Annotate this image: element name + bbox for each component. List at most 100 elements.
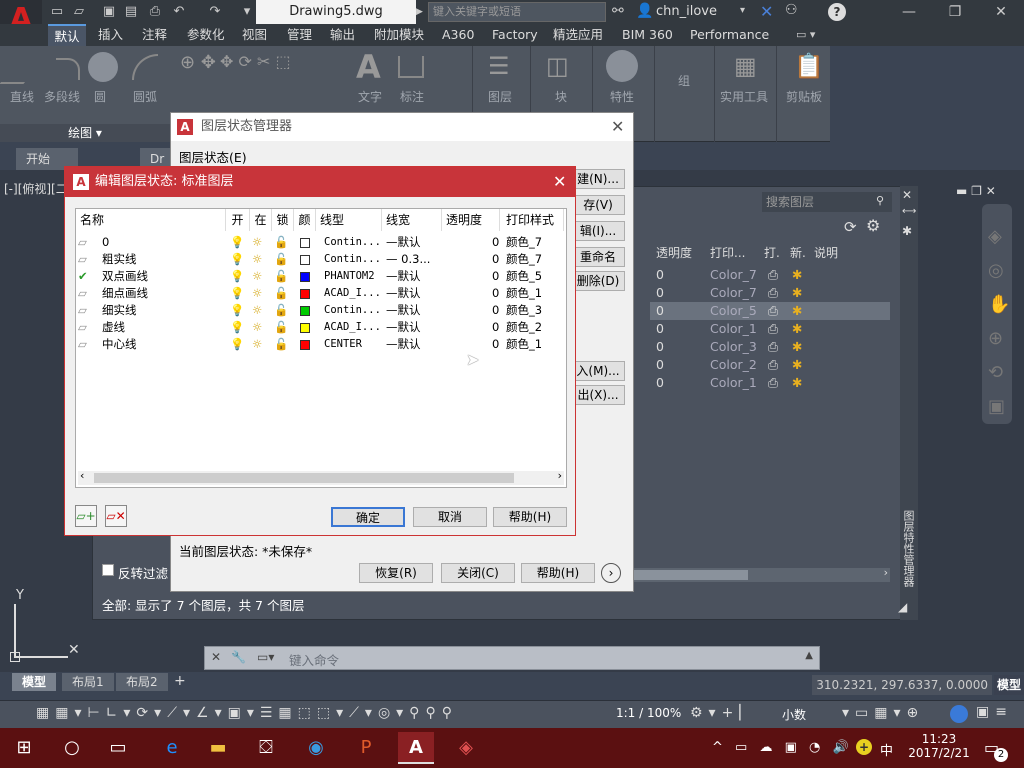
search-expand-icon[interactable]: ▶ — [416, 0, 428, 24]
invert-filter-label[interactable]: 反转过滤 — [118, 563, 168, 582]
layer-linetype[interactable]: PHANTOM2 — [324, 268, 375, 285]
tab-annotate[interactable]: 注释 — [142, 24, 167, 46]
line-tool-label[interactable]: 直线 — [10, 88, 34, 105]
properties-tool-label[interactable]: 特性 — [610, 88, 634, 105]
binoculars-icon[interactable]: ⚯ — [612, 3, 624, 19]
delete-state-button[interactable]: 删除(D) — [571, 271, 625, 291]
search-taskbar-icon[interactable]: ○ — [54, 732, 90, 764]
group-tool-label[interactable]: 组 — [678, 72, 690, 89]
layer-lineweight[interactable]: — 0.3... — [386, 251, 430, 268]
layer-color-swatch[interactable] — [300, 234, 310, 251]
plot-printer-icon[interactable]: ⎙ — [768, 320, 778, 338]
layer-color-swatch[interactable] — [300, 319, 310, 336]
calculator-icon[interactable]: ▦ — [734, 52, 757, 80]
tab-insert[interactable]: 插入 — [98, 24, 123, 46]
layer-on-icon[interactable]: 💡 — [230, 302, 244, 319]
col-transparency[interactable]: 透明度 — [656, 244, 692, 261]
close-window-icon[interactable]: ✕ — [978, 0, 1024, 24]
status-extra-icons[interactable]: ▾▭▦▾⊕ — [842, 705, 924, 721]
tab-a360[interactable]: A360 — [442, 24, 474, 46]
col-name[interactable]: 名称 — [80, 209, 226, 231]
plot-printer-icon[interactable]: ⎙ — [768, 356, 778, 374]
cmd-history-icon[interactable]: ▲ — [805, 650, 813, 661]
layer-color-swatch[interactable] — [300, 285, 310, 302]
col-linetype[interactable]: 线型 — [320, 209, 382, 231]
exchange-icon[interactable]: ✕ — [760, 2, 773, 21]
cmd-close-icon[interactable]: ✕ — [211, 650, 221, 664]
a360-icon[interactable]: ⚇ — [785, 2, 798, 18]
col-lineweight[interactable]: 线宽 — [386, 209, 442, 231]
settings-gear-icon[interactable]: ⚙ — [866, 216, 880, 235]
col-lock[interactable]: 锁 — [272, 209, 294, 231]
text-icon[interactable]: A — [356, 48, 381, 86]
palette-hscrollbar[interactable]: › — [634, 566, 890, 582]
user-icon[interactable]: 👤 — [636, 3, 653, 19]
layer-row[interactable]: ✔ 双点画线 💡 ☼ 🔓 PHANTOM2 —默认 0 颜色_5 — [76, 268, 566, 285]
help-button[interactable]: 帮助(H) — [493, 507, 567, 527]
layer-plot-style[interactable]: 颜色_7 — [506, 251, 542, 268]
palette-layer-row[interactable]: 0 Color_3 ⎙ ✱ — [650, 338, 890, 356]
layer-color-swatch[interactable] — [300, 336, 310, 353]
new-vp-freeze-icon[interactable]: ✱ — [792, 356, 802, 374]
layer-name[interactable]: 双点画线 — [102, 268, 148, 285]
tab-performance[interactable]: Performance — [690, 24, 769, 46]
layer-color-swatch[interactable] — [300, 251, 310, 268]
remove-layer-icon[interactable]: ▱✕ — [105, 505, 127, 527]
save-as-icon[interactable]: ▤ — [122, 3, 140, 21]
properties-icon[interactable] — [606, 50, 638, 82]
tab-layout1[interactable]: 布局1 — [62, 673, 114, 691]
col-on[interactable]: 开 — [226, 209, 250, 231]
layer-transparency[interactable]: 0 — [492, 268, 499, 285]
modify-tools-row[interactable]: ✥ ⟳ ✂ ⬚ — [220, 52, 350, 71]
cancel-button[interactable]: 取消 — [413, 507, 487, 527]
utilities-tool-label[interactable]: 实用工具 — [720, 88, 768, 105]
save-state-button[interactable]: 存(V) — [571, 195, 625, 215]
layer-on-icon[interactable]: 💡 — [230, 336, 244, 353]
palette-close-icon[interactable]: ✕ — [902, 188, 912, 202]
palette-settings-icon[interactable]: ✱ — [902, 224, 912, 238]
layer-status-icon[interactable]: ▱ — [78, 336, 87, 353]
viewport-controls[interactable]: ▬ ❐ ✕ — [956, 184, 996, 198]
tab-parametric[interactable]: 参数化 — [187, 24, 225, 46]
new-vp-freeze-icon[interactable]: ✱ — [792, 284, 802, 302]
layer-linetype[interactable]: ACAD_I... — [324, 285, 381, 302]
edge-icon[interactable]: e — [154, 732, 190, 764]
layer-plot-style[interactable]: 颜色_7 — [506, 234, 542, 251]
layer-unlock-icon[interactable]: 🔓 — [274, 251, 288, 268]
layer-plot-style[interactable]: 颜色_3 — [506, 302, 542, 319]
layer-thaw-icon[interactable]: ☼ — [252, 302, 262, 319]
coordinates-readout[interactable]: 310.2321, 297.6337, 0.0000 — [812, 675, 992, 695]
layer-thaw-icon[interactable]: ☼ — [252, 251, 262, 268]
export-state-button[interactable]: 出(X)... — [571, 385, 625, 405]
grid-hscrollbar[interactable]: ‹ › — [78, 469, 564, 485]
text-tool-label[interactable]: 文字 — [358, 88, 382, 105]
file-explorer-icon[interactable]: ▬ — [200, 732, 236, 764]
restore-icon[interactable]: ❐ — [932, 0, 978, 24]
clipboard-icon[interactable]: 📋 — [794, 52, 824, 80]
layer-row[interactable]: ▱ 0 💡 ☼ 🔓 Contin... —默认 0 颜色_7 — [76, 234, 566, 251]
modify-tools-icon[interactable]: ⊕ ✥ — [180, 52, 216, 73]
customize-icons[interactable]: ▣≡ — [976, 704, 1013, 720]
print-icon[interactable]: ⎙ — [146, 3, 164, 21]
refresh-icon[interactable]: ⟳ — [844, 218, 857, 236]
layer-thaw-icon[interactable]: ☼ — [252, 234, 262, 251]
save-icon[interactable]: ▣ — [100, 3, 118, 21]
palette-layer-row[interactable]: 0 Color_5 ⎙ ✱ — [650, 302, 890, 320]
layer-status-icon[interactable]: ▱ — [78, 319, 87, 336]
col-description[interactable]: 说明 — [814, 244, 838, 261]
layer-search-input[interactable]: 搜索图层 — [762, 192, 892, 212]
plot-printer-icon[interactable]: ⎙ — [768, 374, 778, 392]
annotation-scale[interactable]: 1:1 / 100% — [616, 706, 681, 720]
polyline-tool-label[interactable]: 多段线 — [44, 88, 80, 105]
arc-tool-label[interactable]: 圆弧 — [133, 88, 157, 105]
plot-printer-icon[interactable]: ⎙ — [768, 338, 778, 356]
new-state-button[interactable]: 建(N)... — [571, 169, 625, 189]
layer-status-icon[interactable]: ▱ — [78, 285, 87, 302]
palette-resize-icon[interactable]: ◢ — [898, 600, 907, 614]
browser-icon[interactable]: ◉ — [298, 732, 334, 764]
col-plot-style[interactable]: 打印... — [710, 244, 745, 261]
layer-plot-style[interactable]: 颜色_1 — [506, 336, 542, 353]
layer-unlock-icon[interactable]: 🔓 — [274, 268, 288, 285]
new-vp-freeze-icon[interactable]: ✱ — [792, 320, 802, 338]
tab-factory[interactable]: Factory — [492, 24, 538, 46]
